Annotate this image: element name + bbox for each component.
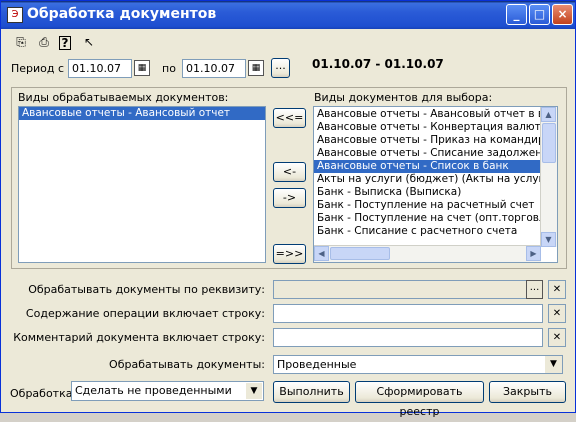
- by-requisite-input[interactable]: [273, 280, 543, 299]
- registry-button[interactable]: Сформировать реестр: [355, 381, 484, 418]
- right-list-header: Виды документов для выбора:: [314, 91, 493, 104]
- scroll-up-icon[interactable]: ▲: [541, 107, 556, 122]
- list-item[interactable]: Авансовые отчеты - Авансовый отчет в вал…: [314, 108, 542, 121]
- close-window-button[interactable]: ×: [552, 4, 573, 25]
- doc-types-group: Виды обрабатываемых документов: Виды док…: [11, 87, 567, 269]
- clear-operation-icon[interactable]: ✕: [548, 304, 566, 323]
- move-all-right-button[interactable]: =>>: [273, 244, 306, 264]
- list-item[interactable]: Авансовые отчеты - Списание задолженност: [314, 147, 542, 160]
- list-item[interactable]: Авансовые отчеты - Приказ на командиров: [314, 134, 542, 147]
- comment-label: Комментарий документа включает строку:: [13, 331, 265, 344]
- period-from-input[interactable]: 01.10.07: [68, 59, 132, 78]
- whatsthis-icon[interactable]: ↖: [81, 34, 97, 50]
- clear-requisite-icon[interactable]: ✕: [548, 280, 566, 299]
- period-to-label: по: [162, 62, 176, 75]
- comment-input[interactable]: [273, 328, 543, 347]
- scroll-down-icon[interactable]: ▼: [541, 232, 556, 247]
- close-button[interactable]: Закрыть: [489, 381, 566, 403]
- list-item[interactable]: Авансовые отчеты - Конвертация валюты по: [314, 121, 542, 134]
- window-title: Обработка документов: [27, 6, 217, 22]
- list-item[interactable]: Банк - Выписка (Выписка): [314, 186, 542, 199]
- open-icon[interactable]: ⎘: [13, 34, 29, 50]
- vertical-scrollbar[interactable]: ▲ ▼: [540, 107, 557, 247]
- minimize-button[interactable]: _: [506, 4, 527, 25]
- app-icon: Э: [7, 7, 23, 23]
- period-select-button[interactable]: ...: [271, 58, 290, 78]
- operation-input[interactable]: [273, 304, 543, 323]
- horizontal-scrollbar[interactable]: ◀ ▶: [314, 245, 541, 262]
- list-item[interactable]: Банк - Поступление на расчетный счет: [314, 199, 542, 212]
- processing-select[interactable]: Сделать не проведенными: [71, 381, 264, 401]
- processing-dropdown-icon[interactable]: ▼: [246, 383, 262, 399]
- toolbar: ⎘ ⎙ ? ↖: [1, 30, 575, 54]
- calendar-to-icon[interactable]: ▦: [248, 60, 264, 76]
- process-docs-label: Обрабатывать документы:: [109, 358, 265, 371]
- processing-label: Обработка:: [10, 387, 77, 400]
- move-one-left-button[interactable]: <-: [273, 162, 306, 182]
- calendar-from-icon[interactable]: ▦: [134, 60, 150, 76]
- hscroll-thumb[interactable]: [330, 247, 390, 260]
- list-item[interactable]: Авансовые отчеты - Список в банк: [314, 160, 542, 173]
- list-item[interactable]: Акты на услуги (бюджет) (Акты на услуги …: [314, 173, 542, 186]
- left-list-header: Виды обрабатываемых документов:: [18, 91, 229, 104]
- move-one-right-button[interactable]: ->: [273, 188, 306, 208]
- scroll-left-icon[interactable]: ◀: [314, 246, 329, 261]
- operation-label: Содержание операции включает строку:: [25, 307, 265, 320]
- period-summary: 01.10.07 - 01.10.07: [312, 57, 444, 71]
- list-item[interactable]: Банк - Списание с расчетного счета: [314, 225, 542, 238]
- left-doc-list[interactable]: Авансовые отчеты - Авансовый отчет: [18, 106, 266, 263]
- title-bar[interactable]: Э Обработка документов _ □ ×: [1, 1, 575, 29]
- list-item[interactable]: Банк - Поступление на счет (опт.торговля…: [314, 212, 542, 225]
- scroll-right-icon[interactable]: ▶: [526, 246, 541, 261]
- help-icon[interactable]: ?: [59, 36, 71, 50]
- move-all-left-button[interactable]: <<=: [273, 108, 306, 128]
- clear-comment-icon[interactable]: ✕: [548, 328, 566, 347]
- save-icon[interactable]: ⎙: [36, 34, 52, 50]
- chevron-down-icon[interactable]: ▼: [545, 356, 562, 373]
- main-window: Э Обработка документов _ □ × ⎘ ⎙ ? ↖ Пер…: [0, 0, 576, 418]
- execute-button[interactable]: Выполнить: [273, 381, 350, 403]
- list-item[interactable]: Авансовые отчеты - Авансовый отчет: [19, 107, 265, 120]
- requisite-select-button[interactable]: ...: [526, 280, 543, 299]
- maximize-button[interactable]: □: [529, 4, 550, 25]
- right-doc-list[interactable]: Авансовые отчеты - Авансовый отчет в вал…: [313, 106, 558, 263]
- period-to-input[interactable]: 01.10.07: [182, 59, 246, 78]
- by-requisite-label: Обрабатывать документы по реквизиту:: [28, 283, 265, 296]
- period-from-label: Период с: [11, 62, 65, 75]
- scroll-thumb[interactable]: [542, 123, 556, 163]
- process-docs-select[interactable]: Проведенные: [273, 355, 563, 374]
